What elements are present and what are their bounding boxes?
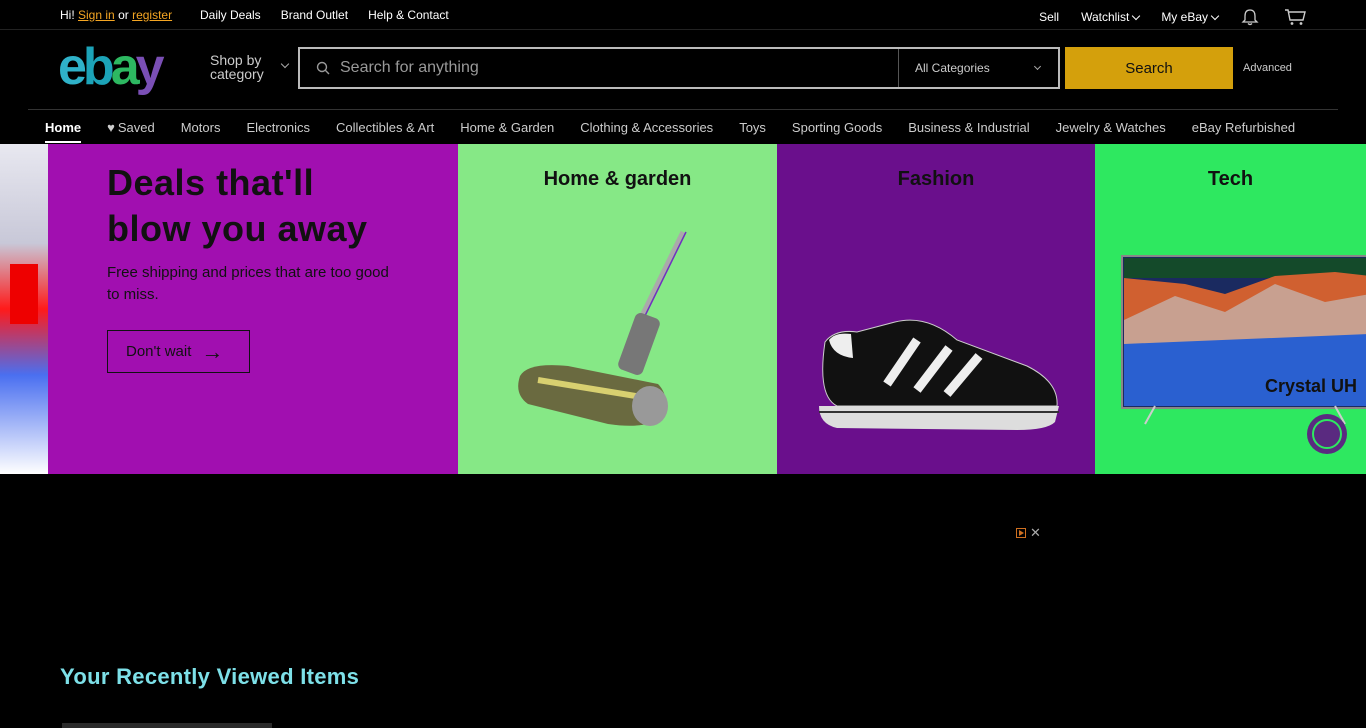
nav-sporting-goods[interactable]: Sporting Goods (792, 120, 882, 143)
daily-deals-link[interactable]: Daily Deals (200, 8, 261, 22)
hero-title: Deals that'll blow you away (107, 160, 368, 252)
hero-title-line2: blow you away (107, 208, 368, 249)
tv-brand-text: Crystal UH (1265, 376, 1358, 396)
chevron-down-icon (1033, 62, 1042, 71)
greeting: Hi! Sign in or register (60, 8, 172, 22)
nav-home-garden[interactable]: Home & Garden (460, 120, 554, 143)
arrow-right-icon: → (201, 338, 224, 364)
chevron-down-icon (280, 59, 290, 69)
search-button[interactable]: Search (1065, 47, 1233, 89)
previous-slide-peek[interactable] (0, 144, 48, 474)
nav-jewelry-watches[interactable]: Jewelry & Watches (1056, 120, 1166, 143)
nav-collectibles-art[interactable]: Collectibles & Art (336, 120, 434, 143)
chevron-down-icon (1210, 11, 1220, 21)
nav-motors[interactable]: Motors (181, 120, 221, 143)
watchlist-dropdown[interactable]: Watchlist (1081, 10, 1141, 24)
heart-icon: ♥ (107, 120, 115, 135)
category-select[interactable]: All Categories (898, 49, 1058, 87)
hero-main-panel: Deals that'll blow you away Free shippin… (48, 144, 458, 474)
my-ebay-label: My eBay (1161, 10, 1208, 24)
close-icon[interactable]: ✕ (1030, 526, 1041, 539)
logo-letter: e (58, 38, 87, 96)
sneaker-image (819, 319, 1059, 430)
hero-carousel: Deals that'll blow you away Free shippin… (0, 144, 1366, 474)
search-input[interactable] (340, 59, 860, 77)
sell-link[interactable]: Sell (1039, 10, 1059, 24)
search-bar: All Categories (298, 47, 1060, 89)
logo-letter: a (110, 38, 140, 96)
nav-ebay-refurbished[interactable]: eBay Refurbished (1192, 120, 1295, 143)
home-garden-panel[interactable]: Home & garden (458, 144, 777, 474)
cta-label: Don't wait (126, 343, 192, 360)
nav-clothing-accessories[interactable]: Clothing & Accessories (580, 120, 713, 143)
fashion-panel[interactable]: Fashion (777, 144, 1095, 474)
header: ebay Shop by category All Categories Sea… (0, 31, 1366, 109)
hero-subtitle: Free shipping and prices that are too go… (107, 264, 389, 303)
nav-saved[interactable]: ♥ Saved (107, 120, 155, 143)
greeting-text: Hi! (60, 8, 75, 22)
nav-toys[interactable]: Toys (739, 120, 766, 143)
nav-business-industrial[interactable]: Business & Industrial (908, 120, 1029, 143)
category-label: category (210, 66, 264, 82)
register-link[interactable]: register (132, 8, 172, 22)
recently-viewed-item-placeholder[interactable] (62, 723, 272, 728)
watchlist-label: Watchlist (1081, 10, 1130, 24)
shop-by-label: Shop by (210, 52, 262, 68)
logo-letter: b (82, 38, 115, 96)
ad-controls: ✕ (1016, 526, 1041, 539)
top-utility-bar: Hi! Sign in or register Daily Deals Bran… (0, 0, 1366, 30)
hero-title-line1: Deals that'll (107, 162, 315, 203)
or-text: or (118, 8, 129, 22)
sign-in-link[interactable]: Sign in (78, 8, 115, 22)
dont-wait-button[interactable]: Don't wait → (107, 330, 250, 373)
search-icon (316, 61, 330, 75)
category-nav: Home ♥ Saved Motors Electronics Collectib… (28, 109, 1338, 144)
nav-saved-label: Saved (117, 120, 155, 135)
cart-icon[interactable] (1284, 8, 1306, 26)
advanced-search-link[interactable]: Advanced (1243, 62, 1292, 74)
tv-image (1121, 255, 1366, 454)
nav-electronics[interactable]: Electronics (246, 120, 310, 143)
category-select-value: All Categories (915, 61, 990, 75)
recently-viewed-title: Your Recently Viewed Items (60, 664, 360, 689)
shop-by-category-button[interactable]: Shop by category (210, 52, 290, 82)
my-ebay-dropdown[interactable]: My eBay (1161, 10, 1220, 24)
help-contact-link[interactable]: Help & Contact (368, 8, 449, 22)
nav-home[interactable]: Home (45, 120, 82, 143)
top-links: Daily Deals Brand Outlet Help & Contact (200, 8, 449, 22)
ebay-logo[interactable]: ebay (58, 37, 165, 97)
search-input-wrapper (300, 49, 898, 87)
adchoices-icon[interactable] (1016, 528, 1026, 538)
logo-letter: y (135, 38, 165, 96)
bell-icon[interactable] (1240, 8, 1262, 26)
brand-outlet-link[interactable]: Brand Outlet (281, 8, 348, 22)
tech-panel[interactable]: Tech Crystal UH (1095, 144, 1366, 474)
vacuum-image (518, 230, 687, 426)
top-right-links: Sell Watchlist My eBay (1039, 8, 1306, 26)
chevron-down-icon (1132, 11, 1141, 21)
